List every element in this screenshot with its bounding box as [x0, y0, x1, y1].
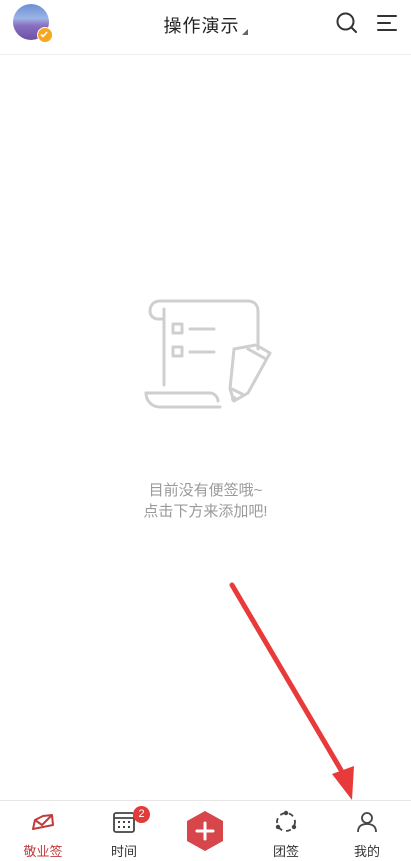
empty-message-line1: 目前没有便签哦~: [148, 482, 263, 499]
scroll-edit-icon: [140, 297, 275, 411]
tab-label: 敬业签: [23, 844, 63, 859]
tab-label: 时间: [110, 844, 137, 859]
tab-mine[interactable]: 我的: [332, 801, 402, 861]
page-title: 操作演示: [163, 16, 240, 36]
user-icon: [357, 812, 377, 833]
tab-label: 我的: [353, 844, 380, 859]
menu-button[interactable]: [376, 12, 398, 34]
tab-label: 团签: [272, 844, 299, 859]
add-note-button[interactable]: [185, 810, 225, 852]
dropdown-caret-icon: [241, 29, 248, 35]
top-bar: 操作演示: [0, 0, 411, 55]
empty-message-line2: 点击下方来添加吧!: [143, 503, 268, 520]
tab-team[interactable]: 团签: [251, 801, 321, 861]
annotation-arrow: [229, 582, 354, 800]
envelope-icon: [32, 814, 54, 830]
search-icon: [336, 12, 357, 33]
team-icon: [275, 810, 297, 832]
plus-icon: [187, 811, 223, 851]
notification-badge: 2: [133, 806, 150, 823]
menu-icon: [377, 15, 397, 31]
tab-jingyeqian[interactable]: 敬业签: [8, 801, 78, 861]
search-button[interactable]: [335, 11, 359, 35]
